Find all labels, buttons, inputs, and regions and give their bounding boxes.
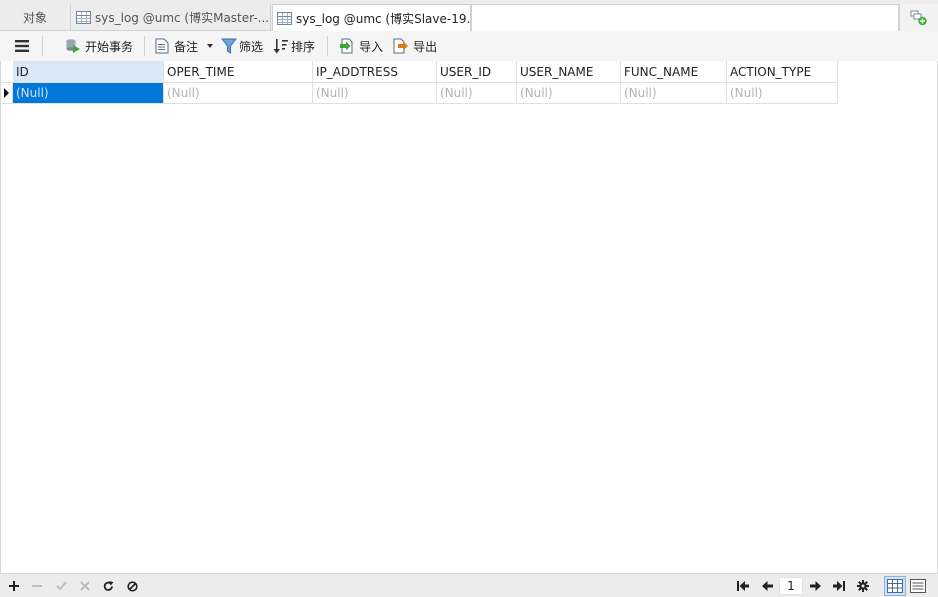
- column-header-id[interactable]: ID: [13, 61, 164, 83]
- filter-label: 筛选: [239, 39, 264, 54]
- import-label: 导入: [359, 39, 384, 54]
- discard-changes-button[interactable]: [77, 578, 93, 594]
- tab-slave-label: sys_log @umc (博实Slave-19...: [296, 12, 470, 26]
- last-page-icon: [833, 581, 845, 591]
- last-page-button[interactable]: [831, 578, 847, 594]
- import-button[interactable]: 导入: [336, 34, 386, 58]
- toolbar-separator: [327, 36, 329, 56]
- settings-button[interactable]: [855, 578, 871, 594]
- sort-icon: [273, 39, 289, 54]
- apply-changes-button[interactable]: [53, 578, 69, 594]
- gear-icon: [857, 580, 869, 592]
- export-label: 导出: [413, 39, 438, 54]
- status-bar: 1: [0, 573, 938, 597]
- table-cell-func-name[interactable]: (Null): [621, 83, 727, 104]
- table-cell-oper-time[interactable]: (Null): [164, 83, 313, 104]
- table-icon: [76, 11, 91, 24]
- add-record-button[interactable]: [6, 578, 22, 594]
- row-indicator-header: [1, 61, 13, 83]
- delete-record-button[interactable]: [29, 578, 45, 594]
- previous-page-button[interactable]: [759, 578, 775, 594]
- export-button[interactable]: 导出: [390, 34, 440, 58]
- sort-label: 排序: [291, 39, 316, 54]
- filter-funnel-icon: [221, 38, 238, 54]
- transaction-icon: [66, 39, 80, 53]
- grid-header-row: ID OPER_TIME IP_ADDTRESS USER_ID USER_NA…: [1, 61, 838, 83]
- table-icon: [277, 12, 292, 25]
- chevron-down-icon: [207, 44, 214, 48]
- column-header-user-id[interactable]: USER_ID: [437, 61, 517, 83]
- begin-transaction-button[interactable]: 开始事务: [62, 34, 136, 58]
- close-icon: [80, 581, 90, 591]
- import-icon: [340, 38, 353, 54]
- tab-strip-empty-area: [471, 4, 899, 31]
- toolbar: 开始事务 备注 筛选 排序 导入 导出: [0, 31, 938, 61]
- menu-button[interactable]: [11, 34, 33, 58]
- first-page-icon: [737, 581, 749, 591]
- stop-icon: [126, 580, 138, 592]
- page-number-field[interactable]: 1: [779, 577, 803, 595]
- refresh-button[interactable]: [100, 578, 116, 594]
- memo-label: 备注: [174, 39, 199, 54]
- new-tab-button[interactable]: [899, 4, 938, 31]
- data-grid[interactable]: ID OPER_TIME IP_ADDTRESS USER_ID USER_NA…: [0, 61, 938, 573]
- toolbar-separator: [144, 36, 146, 56]
- tab-objects-label: 对象: [22, 11, 47, 25]
- column-header-user-name[interactable]: USER_NAME: [517, 61, 621, 83]
- column-header-action-type[interactable]: ACTION_TYPE: [727, 61, 838, 83]
- export-icon: [393, 38, 409, 54]
- first-page-button[interactable]: [735, 578, 751, 594]
- table-cell-id[interactable]: (Null): [13, 83, 164, 104]
- filter-button[interactable]: 筛选: [218, 34, 266, 58]
- table-cell-user-id[interactable]: (Null): [437, 83, 517, 104]
- current-row-arrow-icon: [4, 88, 9, 98]
- table-cell-ip-addtress[interactable]: (Null): [313, 83, 437, 104]
- arrow-right-icon: [809, 581, 821, 591]
- table-cell-user-name[interactable]: (Null): [517, 83, 621, 104]
- next-page-button[interactable]: [807, 578, 823, 594]
- toolbar-separator: [42, 36, 43, 56]
- grid-view-icon: [887, 579, 903, 593]
- form-view-icon: [910, 579, 926, 593]
- sort-button[interactable]: 排序: [270, 34, 318, 58]
- arrow-left-icon: [761, 581, 773, 591]
- tab-objects[interactable]: 对象: [0, 4, 71, 31]
- column-header-func-name[interactable]: FUNC_NAME: [621, 61, 727, 83]
- column-header-oper-time[interactable]: OPER_TIME: [164, 61, 313, 83]
- row-indicator[interactable]: [1, 83, 13, 104]
- add-window-icon: [910, 10, 927, 25]
- hamburger-menu-icon: [15, 40, 29, 52]
- plus-icon: [9, 581, 19, 591]
- form-view-button[interactable]: [907, 576, 929, 596]
- tab-sys-log-master[interactable]: sys_log @umc (博实Master-...: [72, 4, 271, 31]
- minus-icon: [32, 585, 42, 587]
- grid-view-button[interactable]: [884, 576, 906, 596]
- tab-sys-log-slave[interactable]: sys_log @umc (博实Slave-19...: [272, 4, 471, 32]
- stop-button[interactable]: [124, 578, 140, 594]
- tab-strip: 对象 sys_log @umc (博实Master-... sys_log @u…: [0, 0, 938, 32]
- begin-transaction-label: 开始事务: [85, 39, 134, 54]
- table-cell-action-type[interactable]: (Null): [727, 83, 838, 104]
- column-header-ip-addtress[interactable]: IP_ADDTRESS: [313, 61, 437, 83]
- check-icon: [55, 581, 67, 591]
- tab-master-label: sys_log @umc (博实Master-...: [95, 11, 270, 25]
- memo-button[interactable]: 备注: [152, 34, 216, 58]
- refresh-icon: [103, 580, 113, 591]
- table-row[interactable]: (Null) (Null) (Null) (Null) (Null) (Null…: [1, 83, 838, 104]
- memo-document-icon: [155, 38, 169, 54]
